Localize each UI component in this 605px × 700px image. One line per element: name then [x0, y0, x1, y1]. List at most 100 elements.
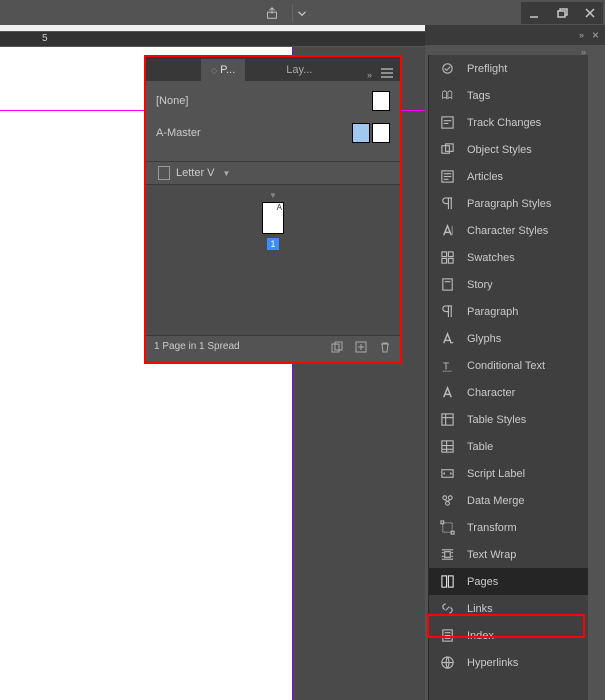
tool-label: Swatches — [467, 252, 515, 264]
page-size-label: Letter V — [176, 167, 215, 179]
tool-item-tags[interactable]: Tags — [429, 82, 588, 109]
tool-item-character[interactable]: Character — [429, 379, 588, 406]
data-merge-icon — [439, 493, 455, 509]
tool-item-links[interactable]: Links — [429, 595, 588, 622]
index-icon — [439, 628, 455, 644]
table-icon — [439, 439, 455, 455]
window-minimize-button[interactable] — [521, 2, 547, 24]
tool-label: Table Styles — [467, 414, 526, 426]
master-a-label: A-Master — [156, 127, 201, 139]
horizontal-ruler: 5 — [0, 31, 425, 47]
panel-expand-icon[interactable]: » — [367, 70, 370, 80]
tab-pages[interactable]: ◇P... — [201, 59, 245, 81]
tool-label: Story — [467, 279, 493, 291]
tool-item-track-changes[interactable]: Track Changes — [429, 109, 588, 136]
tool-item-glyphs[interactable]: Glyphs — [429, 325, 588, 352]
share-button[interactable] — [260, 4, 284, 22]
master-a-thumb-right[interactable] — [372, 123, 390, 143]
tool-label: Links — [467, 603, 493, 615]
tool-label: Character Styles — [467, 225, 548, 237]
paragraph-styles-icon — [439, 196, 455, 212]
tool-item-pages[interactable]: Pages — [429, 568, 588, 595]
tool-label: Data Merge — [467, 495, 524, 507]
tab-pages-label: P... — [220, 64, 235, 76]
glyphs-icon — [439, 331, 455, 347]
tool-item-hyperlinks[interactable]: Hyperlinks — [429, 649, 588, 676]
text-wrap-icon — [439, 547, 455, 563]
tab-layers[interactable]: Lay... — [246, 59, 322, 81]
tool-item-transform[interactable]: Transform — [429, 514, 588, 541]
pages-status-text: 1 Page in 1 Spread — [154, 341, 240, 352]
tool-item-articles[interactable]: Articles — [429, 163, 588, 190]
tool-label: Preflight — [467, 63, 507, 75]
tool-item-table-styles[interactable]: Table Styles — [429, 406, 588, 433]
tool-item-conditional-text[interactable]: TConditional Text — [429, 352, 588, 379]
tool-item-swatches[interactable]: Swatches — [429, 244, 588, 271]
table-styles-icon — [439, 412, 455, 428]
master-none-row[interactable]: [None] — [156, 89, 390, 113]
character-icon — [439, 385, 455, 401]
dock-expand-icon[interactable]: » — [579, 30, 582, 40]
edit-page-size-button[interactable] — [330, 340, 344, 354]
tool-item-index[interactable]: Index — [429, 622, 588, 649]
sort-updown-icon: ◇ — [211, 66, 217, 75]
tool-label: Character — [467, 387, 515, 399]
tool-item-table[interactable]: Table — [429, 433, 588, 460]
object-styles-icon — [439, 142, 455, 158]
tool-label: Script Label — [467, 468, 525, 480]
tool-label: Index — [467, 630, 494, 642]
window-controls — [521, 2, 603, 24]
tool-label: Paragraph Styles — [467, 198, 551, 210]
delete-page-button[interactable] — [378, 340, 392, 354]
transform-icon — [439, 520, 455, 536]
tool-label: Table — [467, 441, 493, 453]
tool-label: Articles — [467, 171, 503, 183]
new-page-button[interactable] — [354, 340, 368, 354]
hyperlinks-icon — [439, 655, 455, 671]
tool-item-paragraph[interactable]: Paragraph — [429, 298, 588, 325]
track-changes-icon — [439, 115, 455, 131]
preflight-icon — [439, 61, 455, 77]
tool-label: Tags — [467, 90, 490, 102]
story-icon — [439, 277, 455, 293]
tool-item-story[interactable]: Story — [429, 271, 588, 298]
paragraph-icon — [439, 304, 455, 320]
page-thumbnail[interactable]: A — [262, 202, 284, 234]
share-dropdown[interactable] — [292, 4, 310, 22]
tool-item-text-wrap[interactable]: Text Wrap — [429, 541, 588, 568]
articles-icon — [439, 169, 455, 185]
master-a-row[interactable]: A-Master — [156, 121, 390, 145]
tool-label: Object Styles — [467, 144, 532, 156]
master-swatch-spacer — [352, 91, 370, 111]
panel-dock-header: » × — [425, 25, 605, 45]
masters-section: [None] A-Master — [146, 81, 400, 161]
swatches-icon — [439, 250, 455, 266]
tool-item-object-styles[interactable]: Object Styles — [429, 136, 588, 163]
dock-close-icon[interactable]: × — [592, 28, 599, 42]
pages-panel-tabs: ◇P... Lay... » — [146, 57, 400, 81]
tool-item-script-label[interactable]: Script Label — [429, 460, 588, 487]
window-close-button[interactable] — [577, 2, 603, 24]
conditional-text-icon: T — [439, 358, 455, 374]
page-size-dropdown-icon[interactable]: ▼ — [223, 169, 231, 178]
page-size-preview-icon — [158, 166, 170, 180]
master-none-thumb[interactable] — [372, 91, 390, 111]
master-a-thumb-left[interactable] — [352, 123, 370, 143]
page-size-preset-bar: Letter V ▼ — [146, 161, 400, 185]
character-styles-icon — [439, 223, 455, 239]
panel-menu-icon[interactable] — [380, 68, 394, 81]
tool-item-character-styles[interactable]: Character Styles — [429, 217, 588, 244]
tool-item-data-merge[interactable]: Data Merge — [429, 487, 588, 514]
app-menubar — [0, 0, 605, 25]
tool-item-preflight[interactable]: Preflight — [429, 55, 588, 82]
window-restore-button[interactable] — [549, 2, 575, 24]
links-icon — [439, 601, 455, 617]
tool-item-paragraph-styles[interactable]: Paragraph Styles — [429, 190, 588, 217]
page-number-badge: 1 — [267, 238, 279, 250]
tab-layers-label: Lay... — [286, 64, 312, 76]
pages-icon — [439, 574, 455, 590]
tags-icon — [439, 88, 455, 104]
tool-label: Glyphs — [467, 333, 501, 345]
pages-status-bar: 1 Page in 1 Spread — [146, 335, 400, 357]
page-thumb-wrap[interactable]: ▼ A 1 — [262, 191, 284, 335]
